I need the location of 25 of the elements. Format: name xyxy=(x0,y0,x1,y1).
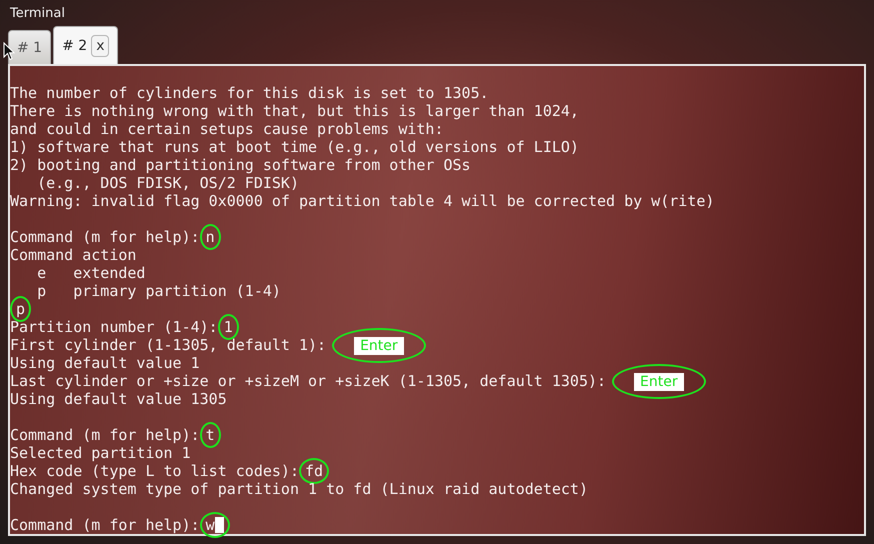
terminal-text: Command (m for help): xyxy=(10,426,200,444)
terminal-text: Using default value 1 xyxy=(10,354,200,372)
terminal-text: p primary partition (1-4) xyxy=(36,282,281,300)
terminal-text: 1) software that runs at boot time (e.g., old versions of LILO) xyxy=(10,138,579,156)
window-title: Terminal xyxy=(10,6,66,23)
terminal-text: Using default value 1305 xyxy=(10,390,227,408)
terminal-text: Command (m for help): xyxy=(10,228,200,246)
close-tab-button[interactable]: x xyxy=(91,34,110,56)
terminal-text: There is nothing wrong with that, but this is larger than 1024, xyxy=(10,102,579,120)
terminal-text: 2) booting and partitioning software from other OSs xyxy=(10,156,471,174)
terminal-tab[interactable]: # 1 xyxy=(8,30,52,64)
terminal-text: Selected partition 1 xyxy=(10,444,191,462)
terminal-tab[interactable]: # 2 x xyxy=(53,26,118,64)
terminal-text: Command (m for help): xyxy=(10,516,200,534)
terminal-text: Last cylinder or +size or +sizeM or +sizeK (1-1305, default 1305): xyxy=(10,372,606,390)
terminal-text: Warning: invalid flag 0x0000 of partition table 4 will be corrected by w(rite) xyxy=(10,192,714,210)
terminal-text: The number of cylinders for this disk is set to 1305. xyxy=(10,84,489,102)
terminal-text: Hex code (type L to list codes): xyxy=(10,462,299,480)
terminal-text: Command action xyxy=(10,246,136,264)
key-label: Enter xyxy=(354,337,404,355)
terminal-text: (e.g., DOS FDISK, OS/2 FDISK) xyxy=(36,174,299,192)
terminal-text: e extended xyxy=(36,264,146,282)
key-label: Enter xyxy=(634,373,684,391)
mouse-pointer-icon xyxy=(3,42,15,61)
terminal-text: and could in certain setups cause problems with: xyxy=(10,120,444,138)
